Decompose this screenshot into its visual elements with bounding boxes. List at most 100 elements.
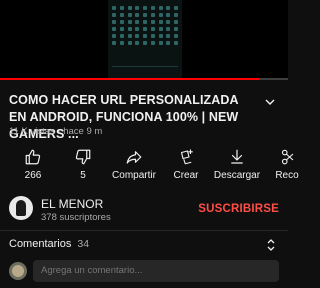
keyboard-key bbox=[150, 20, 155, 24]
keyboard-key bbox=[112, 41, 116, 45]
create-label: Crear bbox=[173, 170, 199, 181]
channel-name[interactable]: EL MENOR bbox=[41, 197, 103, 211]
keyboard-key bbox=[112, 6, 116, 10]
keyboard-key bbox=[158, 27, 163, 31]
expand-collapse-icon[interactable] bbox=[266, 238, 276, 252]
keyboard-key bbox=[166, 27, 171, 31]
keyboard-key bbox=[150, 27, 155, 31]
keyboard-key bbox=[135, 13, 140, 17]
remix-button[interactable]: Reco bbox=[260, 148, 314, 181]
progress-fill bbox=[0, 78, 260, 80]
chevron-down-icon[interactable] bbox=[264, 96, 276, 108]
video-frame-phone-screen bbox=[108, 0, 182, 78]
keyboard-key bbox=[174, 13, 178, 17]
progress-bar[interactable] bbox=[0, 78, 288, 80]
view-count: 11 K vistas bbox=[9, 126, 55, 137]
keyboard-key bbox=[135, 41, 140, 45]
keyboard-key bbox=[112, 13, 116, 17]
keyboard-key bbox=[119, 27, 124, 31]
keyboard-row bbox=[112, 41, 178, 45]
keyboard-key bbox=[150, 6, 155, 10]
subscribe-button[interactable]: SUSCRIBIRSE bbox=[198, 203, 279, 215]
keyboard-key bbox=[127, 20, 132, 24]
divider bbox=[0, 230, 288, 231]
download-label: Descargar bbox=[213, 170, 261, 181]
keyboard-key bbox=[119, 20, 124, 24]
keyboard-key bbox=[119, 13, 124, 17]
thumbs-up-icon bbox=[25, 149, 41, 165]
like-button[interactable]: 266 bbox=[6, 148, 60, 181]
keyboard-key bbox=[127, 13, 132, 17]
keyboard-key bbox=[143, 6, 147, 10]
avatar-figure bbox=[16, 200, 26, 216]
keyboard-key bbox=[174, 34, 178, 38]
keyboard-row bbox=[112, 34, 178, 38]
phone-nav-bar bbox=[112, 66, 178, 72]
keyboard-row bbox=[112, 6, 178, 10]
create-icon bbox=[180, 149, 193, 165]
remix-icon bbox=[281, 149, 294, 165]
video-player[interactable] bbox=[0, 0, 288, 80]
channel-avatar[interactable] bbox=[9, 196, 33, 220]
download-button[interactable]: Descargar bbox=[210, 148, 264, 181]
keyboard-row bbox=[112, 20, 178, 24]
user-avatar bbox=[9, 262, 27, 280]
keyboard-key bbox=[143, 34, 147, 38]
keyboard-key bbox=[166, 13, 171, 17]
video-meta: 11 K vistas · hace 9 m bbox=[9, 126, 102, 137]
keyboard-row bbox=[112, 27, 178, 31]
comment-composer bbox=[0, 259, 288, 283]
keyboard-key bbox=[158, 20, 163, 24]
keyboard-key bbox=[166, 41, 171, 45]
keyboard-key bbox=[158, 13, 163, 17]
keyboard-key bbox=[174, 20, 178, 24]
remix-label: Reco bbox=[275, 170, 299, 181]
keyboard-key bbox=[127, 27, 132, 31]
comments-count: 34 bbox=[77, 238, 90, 250]
user-avatar-image bbox=[12, 265, 24, 277]
keyboard-key bbox=[174, 41, 178, 45]
keyboard-key bbox=[174, 27, 178, 31]
keyboard-key bbox=[143, 20, 147, 24]
keyboard-key bbox=[143, 41, 147, 45]
keyboard-key bbox=[135, 6, 140, 10]
keyboard-key bbox=[112, 34, 116, 38]
keyboard-key bbox=[119, 6, 124, 10]
keyboard-key bbox=[143, 27, 147, 31]
keyboard-key bbox=[143, 13, 147, 17]
dislike-button[interactable]: 5 bbox=[56, 148, 110, 181]
keyboard-key bbox=[127, 41, 132, 45]
keyboard-row bbox=[112, 13, 178, 17]
keyboard-key bbox=[112, 27, 116, 31]
comments-header[interactable]: Comentarios 34 bbox=[9, 238, 89, 250]
download-icon bbox=[231, 149, 243, 164]
create-button[interactable]: Crear bbox=[159, 148, 213, 181]
share-button[interactable]: Compartir bbox=[107, 148, 161, 181]
like-count: 266 bbox=[24, 170, 42, 181]
keyboard-key bbox=[150, 13, 155, 17]
share-label: Compartir bbox=[112, 170, 156, 181]
keyboard-key bbox=[135, 34, 140, 38]
comments-title: Comentarios bbox=[9, 238, 72, 250]
keyboard-key bbox=[127, 6, 132, 10]
keyboard-key bbox=[135, 27, 140, 31]
action-bar: 266 5 Compartir Crear Descargar Reco bbox=[0, 148, 299, 184]
keyboard-key bbox=[119, 34, 124, 38]
comment-input[interactable] bbox=[33, 260, 279, 282]
upload-age: hace 9 m bbox=[63, 126, 103, 137]
meta-separator: · bbox=[57, 126, 61, 137]
keyboard-key bbox=[158, 41, 163, 45]
keyboard-key bbox=[127, 34, 132, 38]
subscriber-count: 378 suscriptores bbox=[41, 212, 111, 223]
keyboard-key bbox=[158, 6, 163, 10]
keyboard-key bbox=[174, 6, 178, 10]
dislike-count: 5 bbox=[80, 170, 86, 181]
keyboard-key bbox=[166, 20, 171, 24]
keyboard-key bbox=[112, 20, 116, 24]
keyboard-key bbox=[150, 41, 155, 45]
share-icon bbox=[126, 151, 142, 164]
keyboard-key bbox=[166, 6, 171, 10]
channel-row: EL MENOR 378 suscriptores SUSCRIBIRSE bbox=[0, 194, 288, 226]
keyboard-key bbox=[166, 34, 171, 38]
keyboard-key bbox=[150, 34, 155, 38]
